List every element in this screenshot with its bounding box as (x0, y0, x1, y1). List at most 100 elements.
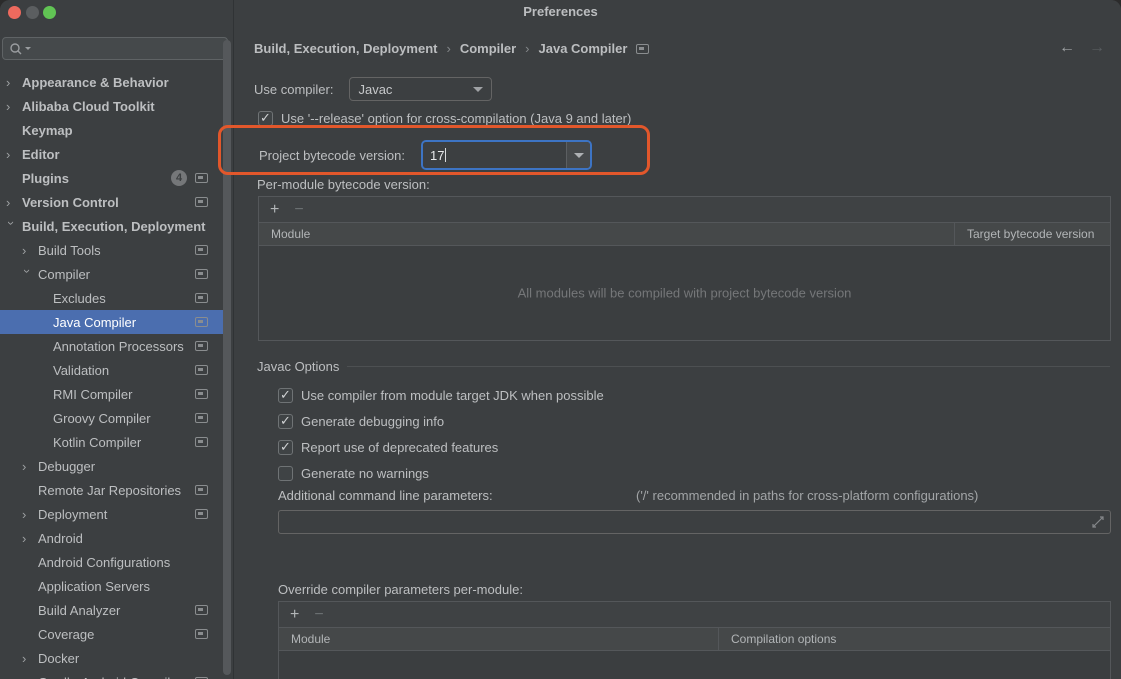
scrollbar-thumb[interactable] (223, 40, 231, 675)
sidebar-item-label: Remote Jar Repositories (38, 483, 181, 498)
sidebar-item-validation[interactable]: Validation (0, 358, 224, 382)
breadcrumb-item[interactable]: Compiler (460, 41, 516, 56)
section-divider (347, 366, 1110, 367)
sidebar-item-groovy-compiler[interactable]: Groovy Compiler (0, 406, 224, 430)
sidebar-item-alibaba-cloud-toolkit[interactable]: ›Alibaba Cloud Toolkit (0, 94, 224, 118)
project-bytecode-value: 17 (430, 148, 444, 163)
sidebar-item-gradle-android-compiler[interactable]: Gradle-Android Compiler (0, 670, 224, 679)
tree-row-trailing (195, 509, 208, 519)
breadcrumb: Build, Execution, Deployment › Compiler … (254, 41, 649, 56)
sidebar-item-label: Gradle-Android Compiler (38, 675, 182, 679)
project-settings-icon (195, 341, 208, 351)
sidebar-item-annotation-processors[interactable]: Annotation Processors (0, 334, 224, 358)
collapsed-chevron-icon[interactable]: › (22, 243, 38, 258)
override-table-body (279, 651, 1110, 679)
sidebar-item-android[interactable]: ›Android (0, 526, 224, 550)
sidebar-item-java-compiler[interactable]: Java Compiler (0, 310, 224, 334)
release-option-label: Use '--release' option for cross-compila… (281, 111, 631, 126)
expanded-chevron-icon[interactable]: › (4, 221, 19, 237)
sidebar-item-editor[interactable]: ›Editor (0, 142, 224, 166)
settings-tree: ›Appearance & Behavior›Alibaba Cloud Too… (0, 70, 224, 679)
sidebar-item-kotlin-compiler[interactable]: Kotlin Compiler (0, 430, 224, 454)
sidebar-item-coverage[interactable]: Coverage (0, 622, 224, 646)
breadcrumb-item[interactable]: Java Compiler (539, 41, 628, 56)
per-module-toolbar: + − (259, 197, 1110, 223)
per-module-table: + − Module Target bytecode version All m… (258, 196, 1111, 341)
project-bytecode-field[interactable]: 17 (423, 142, 566, 168)
sidebar-item-label: Appearance & Behavior (22, 75, 169, 90)
collapsed-chevron-icon[interactable]: › (6, 147, 22, 162)
checkbox-checked-icon (278, 440, 293, 455)
back-arrow-button[interactable]: ← (1059, 39, 1075, 57)
collapsed-chevron-icon[interactable]: › (6, 99, 22, 114)
tree-row-trailing (195, 413, 208, 423)
project-settings-icon (195, 389, 208, 399)
project-bytecode-combobox[interactable]: 17 (421, 140, 592, 170)
additional-params-hint: ('/' recommended in paths for cross-plat… (636, 488, 978, 503)
collapsed-chevron-icon[interactable]: › (22, 651, 38, 666)
sidebar-item-label: Annotation Processors (53, 339, 184, 354)
tree-row-trailing (195, 629, 208, 639)
sidebar-item-label: Plugins (22, 171, 69, 186)
sidebar-item-label: Validation (53, 363, 109, 378)
sidebar-item-excludes[interactable]: Excludes (0, 286, 224, 310)
sidebar-item-rmi-compiler[interactable]: RMI Compiler (0, 382, 224, 406)
sidebar-item-build-analyzer[interactable]: Build Analyzer (0, 598, 224, 622)
sidebar-item-plugins[interactable]: Plugins 4 (0, 166, 224, 190)
collapsed-chevron-icon[interactable]: › (6, 75, 22, 90)
project-settings-icon (195, 245, 208, 255)
override-params-table: + − Module Compilation options (278, 601, 1111, 679)
override-toolbar: + − (279, 602, 1110, 628)
column-header-target-bytecode: Target bytecode version (954, 223, 1110, 245)
sidebar-item-android-configurations[interactable]: Android Configurations (0, 550, 224, 574)
use-compiler-from-module-target-jdk-when-possible-checkbox[interactable]: Use compiler from module target JDK when… (278, 382, 604, 408)
release-option-checkbox[interactable]: Use '--release' option for cross-compila… (258, 111, 631, 126)
sidebar-item-label: Build, Execution, Deployment (22, 219, 205, 234)
add-button[interactable]: + (270, 202, 279, 218)
remove-button: − (314, 607, 323, 623)
tree-row-trailing: 4 (171, 170, 208, 186)
sidebar-scrollbar[interactable] (223, 36, 231, 679)
sidebar-item-remote-jar-repositories[interactable]: Remote Jar Repositories (0, 478, 224, 502)
collapsed-chevron-icon[interactable]: › (22, 507, 38, 522)
sidebar-item-build-tools[interactable]: ›Build Tools (0, 238, 224, 262)
use-compiler-dropdown[interactable]: Javac (349, 77, 492, 101)
sidebar-item-label: Compiler (38, 267, 90, 282)
sidebar-item-version-control[interactable]: ›Version Control (0, 190, 224, 214)
sidebar-item-appearance-behavior[interactable]: ›Appearance & Behavior (0, 70, 224, 94)
java-compiler-settings-pane: Build, Execution, Deployment › Compiler … (235, 0, 1121, 679)
collapsed-chevron-icon[interactable]: › (22, 459, 38, 474)
sidebar-item-debugger[interactable]: ›Debugger (0, 454, 224, 478)
breadcrumb-item[interactable]: Build, Execution, Deployment (254, 41, 437, 56)
checkbox-label: Generate debugging info (301, 414, 444, 429)
project-bytecode-dropdown-button[interactable] (566, 142, 590, 168)
search-options-caret-icon (25, 47, 31, 50)
collapsed-chevron-icon[interactable]: › (22, 531, 38, 546)
sidebar-item-build-execution-deployment[interactable]: ›Build, Execution, Deployment (0, 214, 224, 238)
sidebar-item-label: Coverage (38, 627, 94, 642)
tree-row-trailing (195, 365, 208, 375)
report-use-of-deprecated-features-checkbox[interactable]: Report use of deprecated features (278, 434, 604, 460)
sidebar-item-label: Build Analyzer (38, 603, 120, 618)
sidebar-item-docker[interactable]: ›Docker (0, 646, 224, 670)
breadcrumb-separator: › (446, 41, 450, 56)
sidebar-item-keymap[interactable]: Keymap (0, 118, 224, 142)
generate-debugging-info-checkbox[interactable]: Generate debugging info (278, 408, 604, 434)
sidebar-item-label: Application Servers (38, 579, 150, 594)
column-header-compilation-options: Compilation options (718, 628, 1110, 650)
expanded-chevron-icon[interactable]: › (20, 269, 35, 285)
generate-no-warnings-checkbox[interactable]: Generate no warnings (278, 460, 604, 486)
tree-row-trailing (195, 293, 208, 303)
collapsed-chevron-icon[interactable]: › (6, 195, 22, 210)
checkbox-checked-icon (278, 414, 293, 429)
remove-button: − (294, 202, 303, 218)
settings-search-input[interactable] (2, 37, 228, 60)
expand-field-icon[interactable] (1092, 516, 1104, 528)
additional-params-input[interactable] (278, 510, 1111, 534)
sidebar-item-label: RMI Compiler (53, 387, 132, 402)
sidebar-item-compiler[interactable]: ›Compiler (0, 262, 224, 286)
sidebar-item-deployment[interactable]: ›Deployment (0, 502, 224, 526)
column-header-module: Module (279, 632, 718, 646)
sidebar-item-application-servers[interactable]: Application Servers (0, 574, 224, 598)
add-button[interactable]: + (290, 607, 299, 623)
